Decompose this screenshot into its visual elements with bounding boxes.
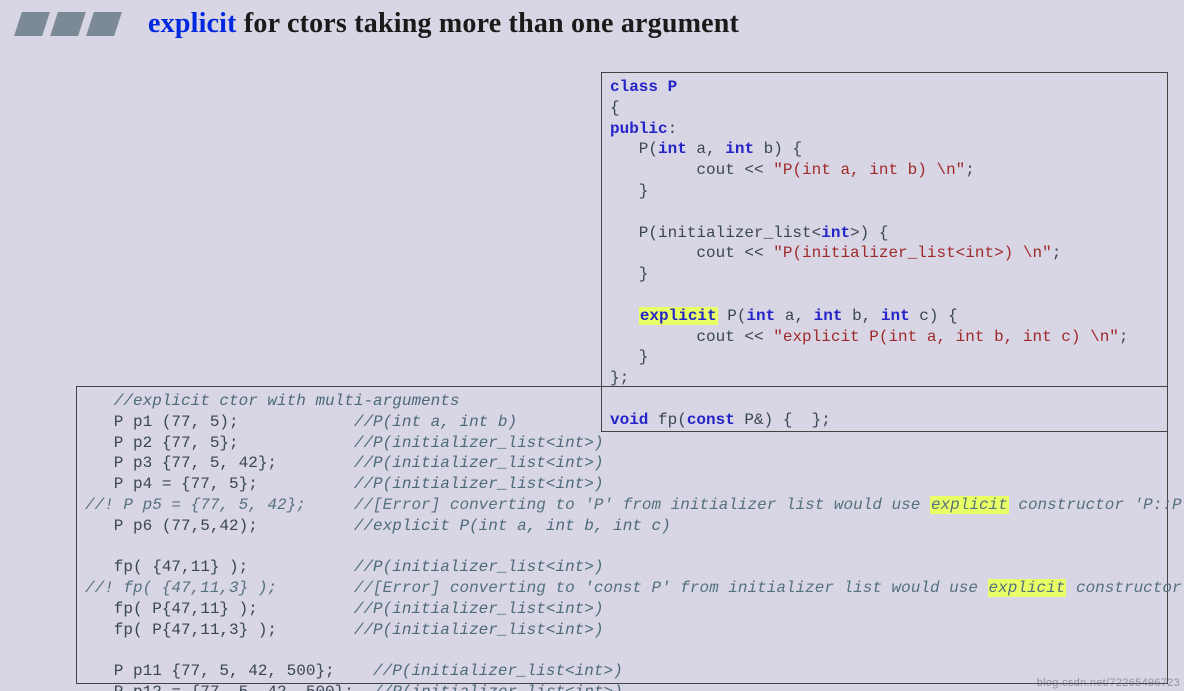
logo-square-icon [86,12,122,36]
class-definition-code: class P { public: P(int a, int b) { cout… [601,72,1168,432]
title-keyword: explicit [148,8,237,39]
brand-logo [14,12,122,36]
title-row: explicit for ctors taking more than one … [18,8,1164,40]
explicit-highlight: explicit [930,496,1009,514]
explicit-highlight: explicit [988,579,1067,597]
title-rest: for ctors taking more than one argument [237,8,739,39]
logo-square-icon [14,12,50,36]
slide: explicit for ctors taking more than one … [0,0,1184,691]
logo-square-icon [50,12,86,36]
slide-title: explicit for ctors taking more than one … [148,8,739,40]
explicit-keyword-highlight: explicit [639,307,718,325]
